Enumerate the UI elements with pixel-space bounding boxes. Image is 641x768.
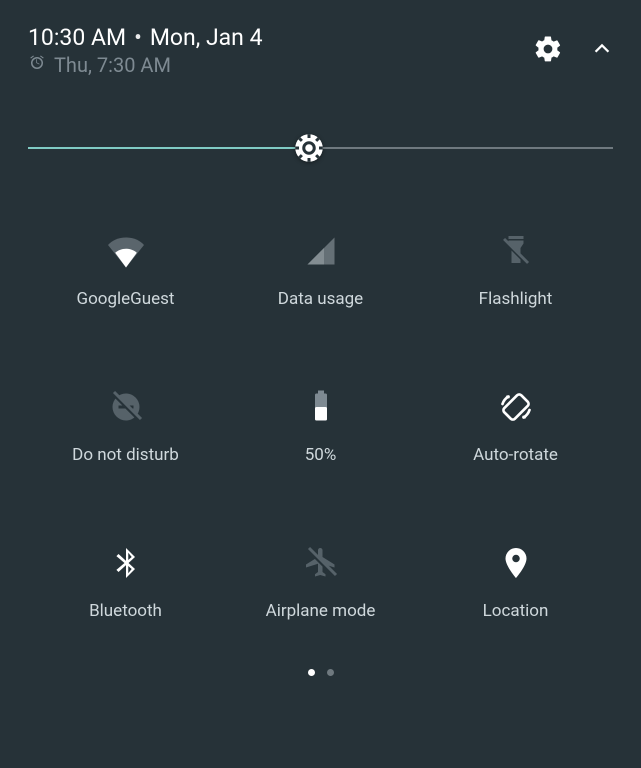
flashlight-icon — [496, 231, 536, 271]
pager-dot-1[interactable] — [327, 669, 334, 676]
dnd-icon — [106, 387, 146, 427]
tile-label: Do not disturb — [72, 445, 179, 465]
tile-dnd[interactable]: Do not disturb — [28, 387, 223, 465]
location-icon — [496, 543, 536, 583]
tile-label: Flashlight — [479, 289, 553, 309]
page-indicator[interactable] — [28, 669, 613, 676]
brightness-track-fill — [28, 147, 309, 149]
tile-wifi[interactable]: GoogleGuest — [28, 231, 223, 309]
settings-icon[interactable] — [533, 34, 563, 68]
airplane-icon — [301, 543, 341, 583]
bluetooth-icon — [106, 543, 146, 583]
brightness-slider[interactable] — [28, 133, 613, 163]
clock-date: Mon, Jan 4 — [150, 24, 263, 51]
tile-label: Auto-rotate — [473, 445, 558, 465]
battery-icon — [301, 387, 341, 427]
separator-dot: • — [134, 24, 142, 51]
tile-label: GoogleGuest — [77, 289, 175, 309]
next-alarm[interactable]: Thu, 7:30 AM — [28, 53, 533, 77]
cellular-icon — [301, 231, 341, 271]
datetime-block[interactable]: 10:30 AM • Mon, Jan 4 Thu, 7:30 AM — [28, 24, 533, 77]
tile-grid: GoogleGuest Data usage Flashlight Do not… — [28, 231, 613, 621]
quick-settings-panel: 10:30 AM • Mon, Jan 4 Thu, 7:30 AM — [0, 0, 641, 676]
pager-dot-0[interactable] — [308, 669, 315, 676]
alarm-text: Thu, 7:30 AM — [54, 53, 171, 77]
clock-time: 10:30 AM — [28, 24, 126, 51]
tile-flashlight[interactable]: Flashlight — [418, 231, 613, 309]
tile-label: Airplane mode — [266, 601, 376, 621]
alarm-icon — [28, 53, 46, 77]
tile-airplane[interactable]: Airplane mode — [223, 543, 418, 621]
tile-data-usage[interactable]: Data usage — [223, 231, 418, 309]
tile-label: Bluetooth — [89, 601, 162, 621]
rotate-icon — [496, 387, 536, 427]
tile-location[interactable]: Location — [418, 543, 613, 621]
tile-label: 50% — [305, 445, 337, 465]
collapse-icon[interactable] — [591, 38, 613, 64]
tile-label: Location — [483, 601, 549, 621]
tile-bluetooth[interactable]: Bluetooth — [28, 543, 223, 621]
tile-auto-rotate[interactable]: Auto-rotate — [418, 387, 613, 465]
wifi-icon — [106, 231, 146, 271]
brightness-thumb[interactable] — [294, 133, 324, 163]
header: 10:30 AM • Mon, Jan 4 Thu, 7:30 AM — [28, 24, 613, 77]
tile-battery[interactable]: 50% — [223, 387, 418, 465]
tile-label: Data usage — [278, 289, 363, 309]
